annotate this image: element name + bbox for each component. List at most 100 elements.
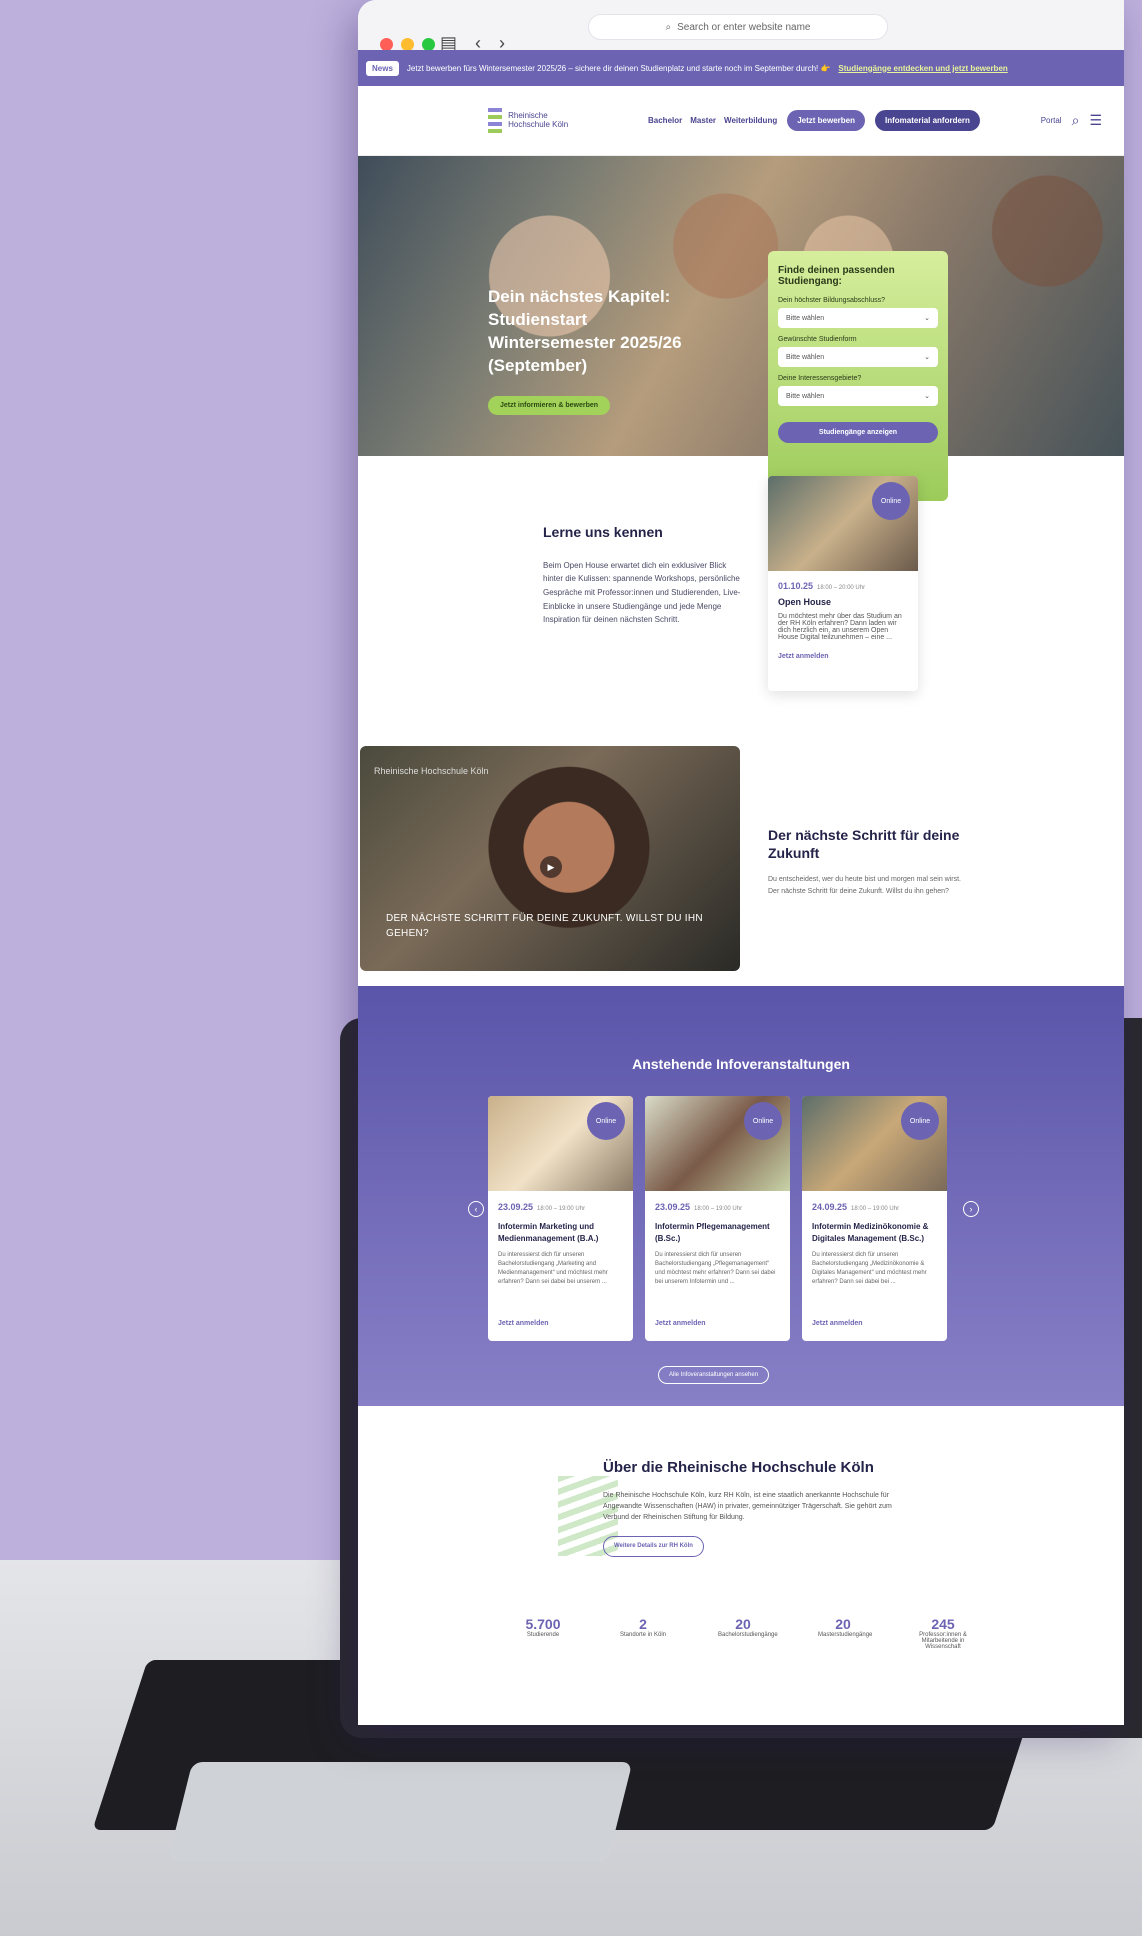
- online-badge: Online: [744, 1102, 782, 1140]
- stat: 5.700 Studierende: [518, 1616, 568, 1650]
- events-title: Anstehende Infoveranstaltungen: [632, 1056, 850, 1072]
- video-logo: Rheinische Hochschule Köln: [374, 766, 489, 776]
- event-card[interactable]: Online 23.09.25 18:00 – 19:00 Uhr Infoter…: [488, 1096, 633, 1341]
- news-tag: News: [366, 60, 399, 76]
- next-title: Der nächste Schritt für deine Zukunft: [768, 827, 960, 862]
- event-cards: Online 23.09.25 18:00 – 19:00 Uhr Infoter…: [488, 1096, 947, 1341]
- next-body: Du entscheidest, wer du heute bist und m…: [768, 876, 961, 895]
- play-icon[interactable]: ▶: [540, 856, 562, 878]
- select-value: Bitte wählen: [786, 392, 825, 400]
- event-title: Infotermin Marketing und Medienmanagemen…: [498, 1221, 599, 1243]
- portal-link[interactable]: Portal: [1041, 116, 1062, 125]
- search-icon[interactable]: ⌕: [1072, 112, 1080, 129]
- nav-right: Portal ⌕ ☰: [1041, 112, 1102, 129]
- stat-label: Studierende: [526, 1632, 560, 1638]
- event-text: Du möchtest mehr über das Studium an der…: [778, 613, 902, 641]
- video-section: Rheinische Hochschule Köln ▶ DER NÄCHSTE…: [358, 726, 1124, 986]
- intro-text: Lerne uns kennen Beim Open House erwarte…: [543, 521, 743, 627]
- degree-select[interactable]: Bitte wählen ⌄: [778, 308, 938, 328]
- signup-link[interactable]: Jetzt anmelden: [655, 1320, 706, 1327]
- about-section: Über die Rheinische Hochschule Köln Die …: [358, 1406, 1124, 1725]
- menu-icon[interactable]: ☰: [1089, 112, 1102, 129]
- show-courses-button[interactable]: Studiengänge anzeigen: [778, 422, 938, 443]
- about-body: Die Rheinische Hochschule Köln, kurz RH …: [603, 1492, 892, 1522]
- logo-text: Rheinische Hochschule Köln: [508, 110, 569, 129]
- chevron-down-icon: ⌄: [924, 393, 930, 400]
- hero-cta-button[interactable]: Jetzt informieren & bewerben: [488, 395, 611, 415]
- event-time: 18:00 – 19:00 Uhr: [851, 1206, 900, 1212]
- select-value: Bitte wählen: [786, 353, 825, 361]
- event-title: Infotermin Pflegemanagement (B.Sc.): [655, 1221, 770, 1243]
- address-placeholder: Search or enter website name: [677, 21, 811, 33]
- logo[interactable]: Rheinische Hochschule Köln: [488, 107, 588, 134]
- stat: 20 Masterstudiengänge: [818, 1616, 873, 1650]
- stat: 245 Professor:innen & Mitarbeitende in Wi…: [918, 1616, 968, 1650]
- nav-weiterbildung[interactable]: Weiterbildung: [724, 116, 777, 125]
- open-house-card[interactable]: Online 01.10.25 18:00 – 20:00 Uhr Open Ho…: [768, 476, 918, 691]
- study-form-select[interactable]: Bitte wählen ⌄: [778, 347, 938, 367]
- stats-row: 5.700 Studierende 2 Standorte in Köln 20 Ba…: [518, 1616, 968, 1650]
- event-time: 18:00 – 20:00 Uhr: [817, 585, 866, 591]
- nav-bachelor[interactable]: Bachelor: [648, 116, 682, 125]
- event-image: Online: [768, 476, 918, 571]
- event-title: Open House: [778, 597, 832, 607]
- intro-section: Lerne uns kennen Beim Open House erwarte…: [358, 456, 1124, 726]
- online-badge: Online: [872, 482, 910, 520]
- video-player[interactable]: Rheinische Hochschule Köln ▶ DER NÄCHSTE…: [360, 746, 740, 971]
- all-events-button[interactable]: Alle Infoveranstaltungen ansehen: [658, 1366, 770, 1384]
- trackpad: [167, 1762, 633, 1862]
- hero-title: Dein nächstes Kapitel: Studienstart Wint…: [488, 287, 682, 375]
- info-material-button[interactable]: Infomaterial anfordern: [875, 110, 980, 131]
- finder-title: Finde deinen passenden Studiengang:: [778, 265, 895, 287]
- intro-title: Lerne uns kennen: [543, 524, 663, 540]
- event-time: 18:00 – 19:00 Uhr: [537, 1206, 586, 1212]
- hero-text: Dein nächstes Kapitel: Studienstart Wint…: [488, 286, 698, 415]
- apply-button[interactable]: Jetzt bewerben: [787, 110, 866, 131]
- stat-label: Masterstudiengänge: [818, 1632, 873, 1638]
- address-bar[interactable]: ⌕ Search or enter website name: [588, 14, 888, 40]
- signup-link[interactable]: Jetzt anmelden: [778, 653, 908, 660]
- event-card[interactable]: Online 24.09.25 18:00 – 19:00 Uhr Infoter…: [802, 1096, 947, 1341]
- video-caption: DER NÄCHSTE SCHRITT FÜR DEINE ZUKUNFT. W…: [386, 913, 703, 939]
- online-badge: Online: [587, 1102, 625, 1140]
- prev-arrow-icon[interactable]: ‹: [468, 1201, 484, 1217]
- stat-number: 20: [835, 1616, 851, 1632]
- nav-master[interactable]: Master: [690, 116, 716, 125]
- stat-number: 245: [931, 1616, 955, 1632]
- event-date: 01.10.25: [778, 581, 814, 591]
- logo-mark-icon: [488, 107, 503, 134]
- stat-label: Standorte in Köln: [619, 1632, 667, 1638]
- intro-body: Beim Open House erwartet dich ein exklus…: [543, 560, 741, 625]
- stat: 20 Bachelorstudiengänge: [718, 1616, 778, 1650]
- events-section: Anstehende Infoveranstaltungen ‹ Online …: [358, 986, 1124, 1406]
- stat-number: 5.700: [525, 1616, 561, 1632]
- banner-text: Jetzt bewerben fürs Wintersemester 2025/…: [406, 63, 831, 73]
- hero: Dein nächstes Kapitel: Studienstart Wint…: [358, 156, 1124, 501]
- about-details-button[interactable]: Weitere Details zur RH Köln: [603, 1535, 704, 1558]
- online-badge: Online: [901, 1102, 939, 1140]
- about-text: Über die Rheinische Hochschule Köln Die …: [603, 1456, 893, 1558]
- event-date: 23.09.25: [498, 1202, 534, 1212]
- event-image: Online: [488, 1096, 633, 1191]
- banner-link[interactable]: Studiengänge entdecken und jetzt bewerbe…: [838, 64, 1007, 73]
- finder-q1: Dein höchster Bildungsabschluss?: [778, 297, 886, 304]
- stat-number: 2: [639, 1616, 647, 1632]
- event-text: Du interessierst dich für unseren Bachel…: [812, 1251, 927, 1285]
- event-text: Du interessierst dich für unseren Bachel…: [655, 1251, 776, 1285]
- interest-select[interactable]: Bitte wählen ⌄: [778, 386, 938, 406]
- event-time: 18:00 – 19:00 Uhr: [694, 1206, 743, 1212]
- event-date: 23.09.25: [655, 1202, 691, 1212]
- finder-q2: Gewünschte Studienform: [778, 336, 857, 343]
- search-icon: ⌕: [665, 21, 672, 33]
- event-card[interactable]: Online 23.09.25 18:00 – 19:00 Uhr Infoter…: [645, 1096, 790, 1341]
- event-image: Online: [802, 1096, 947, 1191]
- signup-link[interactable]: Jetzt anmelden: [498, 1320, 549, 1327]
- select-value: Bitte wählen: [786, 314, 825, 322]
- event-title: Infotermin Medizinökonomie & Digitales M…: [812, 1221, 929, 1243]
- about-title: Über die Rheinische Hochschule Köln: [603, 1459, 874, 1476]
- next-arrow-icon[interactable]: ›: [963, 1201, 979, 1217]
- main-nav: Rheinische Hochschule Köln Bachelor Mast…: [358, 86, 1124, 156]
- event-date: 24.09.25: [812, 1202, 848, 1212]
- stat-label: Professor:innen & Mitarbeitende in Wisse…: [919, 1632, 967, 1650]
- signup-link[interactable]: Jetzt anmelden: [812, 1320, 863, 1327]
